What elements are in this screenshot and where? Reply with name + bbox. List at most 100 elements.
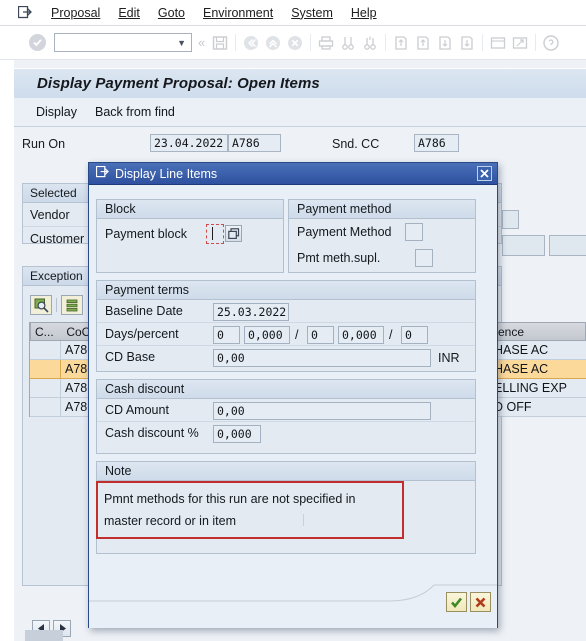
cancel-button[interactable]: [470, 592, 491, 612]
note-line-1: Pmnt methods for this run are not specif…: [104, 492, 356, 506]
table-row[interactable]: D OFF: [494, 398, 586, 417]
cd-amount-input[interactable]: 0,00: [213, 402, 431, 420]
grid-cell-reference: HASE AC: [494, 343, 549, 357]
dialog-title-bar[interactable]: Display Line Items: [89, 163, 497, 185]
menu-item-help[interactable]: Help: [342, 0, 386, 26]
menu-item-proposal[interactable]: Proposal: [42, 0, 109, 26]
percent-2-input[interactable]: 0,000: [338, 326, 384, 344]
dialog-body: Block Payment block Payment method Payme…: [89, 185, 497, 628]
cancel-icon[interactable]: [284, 32, 306, 54]
block-panel: Block Payment block: [96, 199, 284, 273]
grid-search-icon[interactable]: [30, 295, 52, 315]
sender-cc-field[interactable]: A786: [414, 134, 459, 152]
matchcode-search-icon[interactable]: [225, 225, 242, 242]
sender-cc-label: Snd. CC: [332, 137, 380, 151]
menu-item-goto-label: Goto: [157, 5, 185, 20]
payment-method-supplement-input[interactable]: [415, 249, 433, 267]
back-icon[interactable]: [240, 32, 262, 54]
check-circle-icon[interactable]: [29, 34, 46, 51]
cd-percent-input[interactable]: 0,000: [213, 425, 261, 443]
run-on-date-field[interactable]: 23.04.2022: [150, 134, 228, 152]
menu-bar: Proposal Edit Goto Environment System He…: [0, 0, 586, 26]
screen-title-bar: Display Payment Proposal: Open Items: [14, 68, 586, 98]
days-3-input[interactable]: 0: [401, 326, 428, 344]
next-page-icon[interactable]: [434, 32, 456, 54]
run-on-identifier-field[interactable]: A786: [228, 134, 281, 152]
last-page-icon[interactable]: [456, 32, 478, 54]
grid-header-right: ence: [494, 322, 586, 341]
bg-small-field-1[interactable]: [502, 235, 545, 256]
find-next-icon[interactable]: [359, 32, 381, 54]
text-cursor: [212, 227, 213, 240]
sort-layout-icon[interactable]: [61, 295, 83, 315]
bg-checkbox-field[interactable]: [502, 210, 519, 229]
menu-item-environment-label: Environment: [203, 5, 274, 20]
action-back-from-find[interactable]: Back from find: [95, 105, 175, 119]
table-row[interactable]: ELLING EXP: [494, 379, 586, 398]
days-2-input[interactable]: 0: [307, 326, 334, 344]
payment-block-input[interactable]: [206, 224, 224, 244]
grid-toolbar: [30, 295, 83, 315]
grid-cell-c: [30, 379, 61, 397]
footer-resize-curve: [89, 577, 497, 603]
payment-method-supplement-row: Pmt meth.supl.: [289, 245, 475, 271]
payment-method-row: Payment Method: [289, 219, 475, 245]
note-message-box[interactable]: Pmnt methods for this run are not specif…: [96, 481, 404, 539]
payment-method-input[interactable]: [405, 223, 423, 241]
payment-method-label: Payment Method: [297, 225, 392, 239]
menu-item-edit[interactable]: Edit: [109, 0, 149, 26]
first-page-icon[interactable]: [390, 32, 412, 54]
cash-discount-panel-header: Cash discount: [97, 380, 475, 399]
grid-cell-c: [30, 360, 61, 378]
previous-page-icon[interactable]: [412, 32, 434, 54]
payment-terms-panel: Payment terms Baseline Date 25.03.2022 D…: [96, 280, 476, 372]
grid-cell-reference: HASE AC: [494, 362, 549, 376]
find-icon[interactable]: [337, 32, 359, 54]
new-session-icon[interactable]: [487, 32, 509, 54]
days-percent-row: Days/percent 0 0,000 / 0 0,000 / 0: [97, 323, 475, 346]
grid-toolbar-divider: [56, 298, 57, 312]
menu-item-system[interactable]: System: [282, 0, 342, 26]
days-percent-separator-1: /: [295, 328, 299, 342]
baseline-date-input[interactable]: 25.03.2022: [213, 303, 289, 321]
print-icon[interactable]: [315, 32, 337, 54]
note-panel: Note Pmnt methods for this run are not s…: [96, 461, 476, 554]
days-percent-label: Days/percent: [105, 327, 179, 341]
menu-item-environment[interactable]: Environment: [194, 0, 282, 26]
days-1-input[interactable]: 0: [213, 326, 240, 344]
bg-small-field-2[interactable]: [549, 235, 586, 256]
collapse-toolbar-icon[interactable]: «: [198, 35, 205, 50]
command-input[interactable]: ▼: [54, 33, 192, 52]
dialog-title: Display Line Items: [115, 166, 218, 181]
payment-block-label: Payment block: [105, 227, 187, 241]
help-icon[interactable]: [540, 32, 562, 54]
table-row[interactable]: HASE AC: [494, 341, 586, 360]
grid-col-c: C...: [35, 324, 54, 339]
create-shortcut-icon[interactable]: [509, 32, 531, 54]
caret-down-icon[interactable]: ▼: [177, 38, 186, 48]
exit-up-icon[interactable]: [262, 32, 284, 54]
menu-item-goto[interactable]: Goto: [149, 0, 194, 26]
cd-base-input[interactable]: 0,00: [213, 349, 431, 367]
main-toolbar: ▼ «: [0, 26, 586, 60]
cd-amount-label: CD Amount: [105, 403, 169, 417]
exit-arrow-icon: [95, 165, 109, 181]
percent-1-input[interactable]: 0,000: [244, 326, 290, 344]
action-bar: Display Back from find: [14, 98, 586, 127]
action-display[interactable]: Display: [36, 105, 77, 119]
grid-border-left: [29, 322, 30, 417]
payment-terms-panel-header: Payment terms: [97, 281, 475, 300]
table-row[interactable]: HASE AC: [494, 360, 586, 379]
cd-percent-row: Cash discount % 0,000: [97, 422, 475, 445]
save-icon[interactable]: [209, 32, 231, 54]
close-icon[interactable]: [477, 166, 492, 181]
exit-arrow-icon[interactable]: [18, 6, 32, 19]
run-on-label: Run On: [22, 137, 66, 151]
confirm-button[interactable]: [446, 592, 467, 612]
page-title: Display Payment Proposal: Open Items: [37, 75, 320, 92]
cd-base-label: CD Base: [105, 350, 156, 364]
days-percent-separator-2: /: [389, 328, 393, 342]
grid-col-reference: ence: [498, 324, 525, 339]
cd-amount-row: CD Amount 0,00: [97, 399, 475, 422]
toolbar-divider: [385, 34, 387, 51]
